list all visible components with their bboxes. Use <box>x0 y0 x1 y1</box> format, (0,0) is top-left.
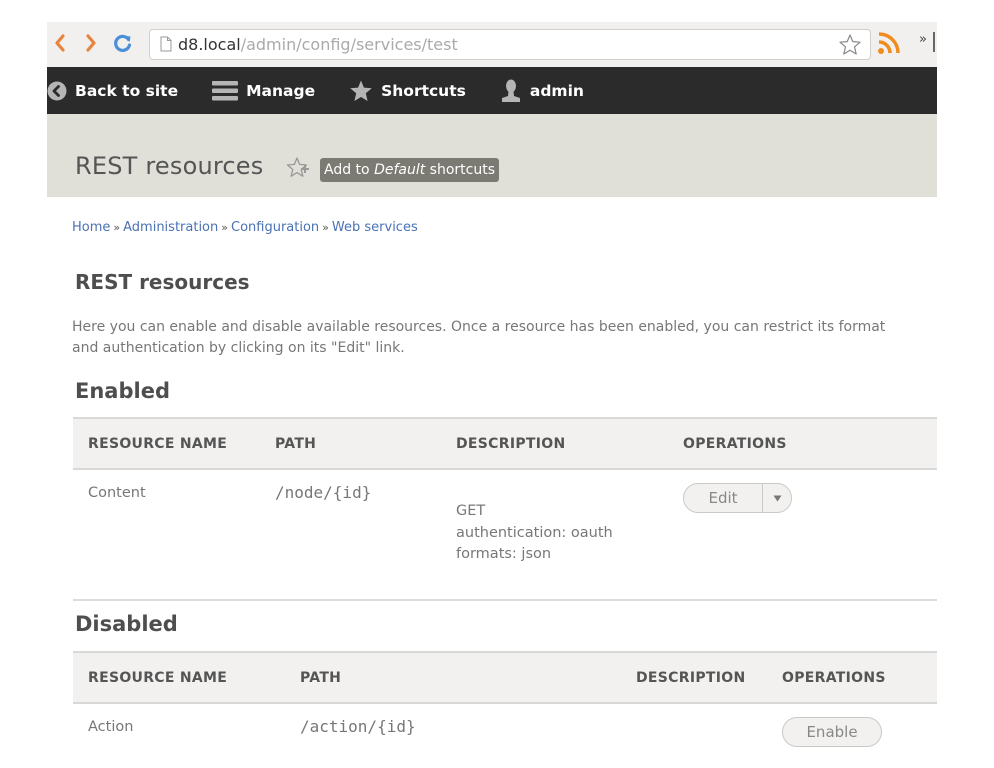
toolbar-label: admin <box>529 81 584 100</box>
description-formats: formats: json <box>456 546 552 562</box>
toolbar-manage[interactable]: Manage <box>212 67 315 114</box>
shortcut-set-name: Default <box>374 162 426 178</box>
description-method: GET <box>456 503 486 519</box>
caret-down-icon <box>773 495 781 501</box>
resource-operations: Enable <box>767 703 937 763</box>
dropbutton-toggle[interactable] <box>762 484 791 512</box>
toolbar-divider <box>933 32 935 52</box>
intro-text: Here you can enable and disable availabl… <box>72 319 886 356</box>
back-button[interactable] <box>50 30 70 56</box>
toolbar-back-to-site[interactable]: Back to site <box>47 67 178 114</box>
breadcrumb-web-services[interactable]: Web services <box>332 220 418 235</box>
resource-operations: Edit <box>668 469 937 600</box>
overflow-button[interactable]: » <box>919 32 927 47</box>
chevron-left-icon <box>55 34 65 52</box>
resource-description <box>621 703 767 763</box>
column-header-operations: OPERATIONS <box>683 435 787 452</box>
breadcrumb-separator: » <box>113 221 121 234</box>
star-icon <box>349 80 373 102</box>
description-authentication: authentication: oauth <box>456 524 613 541</box>
shortcut-prefix: Add to <box>324 162 375 178</box>
rss-icon[interactable] <box>877 31 901 55</box>
toolbar-label: Manage <box>246 81 316 100</box>
user-icon <box>500 79 522 103</box>
resource-name: Action <box>88 719 134 735</box>
resource-path: /node/{id} <box>275 483 372 502</box>
page-header: REST resources Add to Default shortcuts <box>47 114 937 197</box>
toolbar-label: Back to site <box>75 81 179 100</box>
column-header-description: DESCRIPTION <box>636 669 746 686</box>
breadcrumb-configuration[interactable]: Configuration <box>231 220 319 235</box>
url-path: /admin/config/services/test <box>240 35 458 54</box>
edit-button[interactable]: Edit <box>684 484 762 512</box>
column-header-path: PATH <box>300 669 342 686</box>
table-header-row: RESOURCE NAME PATH DESCRIPTION OPERATION… <box>73 418 937 469</box>
forward-button[interactable] <box>81 30 101 56</box>
breadcrumb-home[interactable]: Home <box>72 220 110 235</box>
page-title: REST resources <box>75 152 264 180</box>
disabled-heading: Disabled <box>75 612 178 636</box>
column-header-description: DESCRIPTION <box>456 435 566 452</box>
enabled-resources-table: RESOURCE NAME PATH DESCRIPTION OPERATION… <box>73 417 937 601</box>
resource-path: /action/{id} <box>300 717 416 736</box>
chevron-right-icon <box>86 34 96 52</box>
table-row: Action /action/{id} Enable <box>73 703 937 763</box>
browser-window: d8.local/admin/config/services/test » Ba… <box>47 22 937 768</box>
content-title: REST resources <box>75 270 250 294</box>
back-arrow-icon <box>47 81 67 101</box>
column-header-resource-name: RESOURCE NAME <box>88 435 228 452</box>
breadcrumb-separator: » <box>322 221 329 234</box>
table-row: Content /node/{id} GET authentication: o… <box>73 469 937 600</box>
breadcrumb-separator: » <box>221 221 228 234</box>
url-host: d8.local <box>178 35 241 54</box>
shortcut-suffix: shortcuts <box>425 162 495 178</box>
enabled-heading: Enabled <box>75 379 170 403</box>
resource-name: Content <box>88 485 146 501</box>
bookmark-star-icon[interactable] <box>838 33 862 57</box>
table-header-row: RESOURCE NAME PATH DESCRIPTION OPERATION… <box>73 652 937 703</box>
menu-icon <box>212 80 239 102</box>
breadcrumb-administration[interactable]: Administration <box>123 220 218 235</box>
page-icon <box>160 36 172 52</box>
url-text: d8.local/admin/config/services/test <box>178 35 458 55</box>
reload-icon <box>114 34 132 52</box>
operations-dropbutton: Edit <box>683 483 792 513</box>
address-bar[interactable]: d8.local/admin/config/services/test <box>149 29 871 60</box>
toolbar-user[interactable]: admin <box>500 67 584 114</box>
breadcrumb: Home» Administration» Configuration» Web se… <box>72 220 418 235</box>
admin-toolbar: Back to site Manage Shortcuts admin <box>47 67 937 114</box>
disabled-resources-table: RESOURCE NAME PATH DESCRIPTION OPERATION… <box>73 651 937 763</box>
browser-toolbar: d8.local/admin/config/services/test » <box>47 22 937 67</box>
enable-button[interactable]: Enable <box>782 717 882 747</box>
reload-button[interactable] <box>113 30 133 56</box>
resource-description: GET authentication: oauth formats: json <box>441 469 668 600</box>
column-header-path: PATH <box>275 435 317 452</box>
column-header-operations: OPERATIONS <box>782 669 886 686</box>
toolbar-label: Shortcuts <box>381 81 466 100</box>
add-shortcut-star-icon[interactable] <box>286 156 312 180</box>
add-to-shortcuts-button[interactable]: Add to Default shortcuts <box>320 158 499 182</box>
toolbar-shortcuts[interactable]: Shortcuts <box>349 67 466 114</box>
column-header-resource-name: RESOURCE NAME <box>88 669 228 686</box>
